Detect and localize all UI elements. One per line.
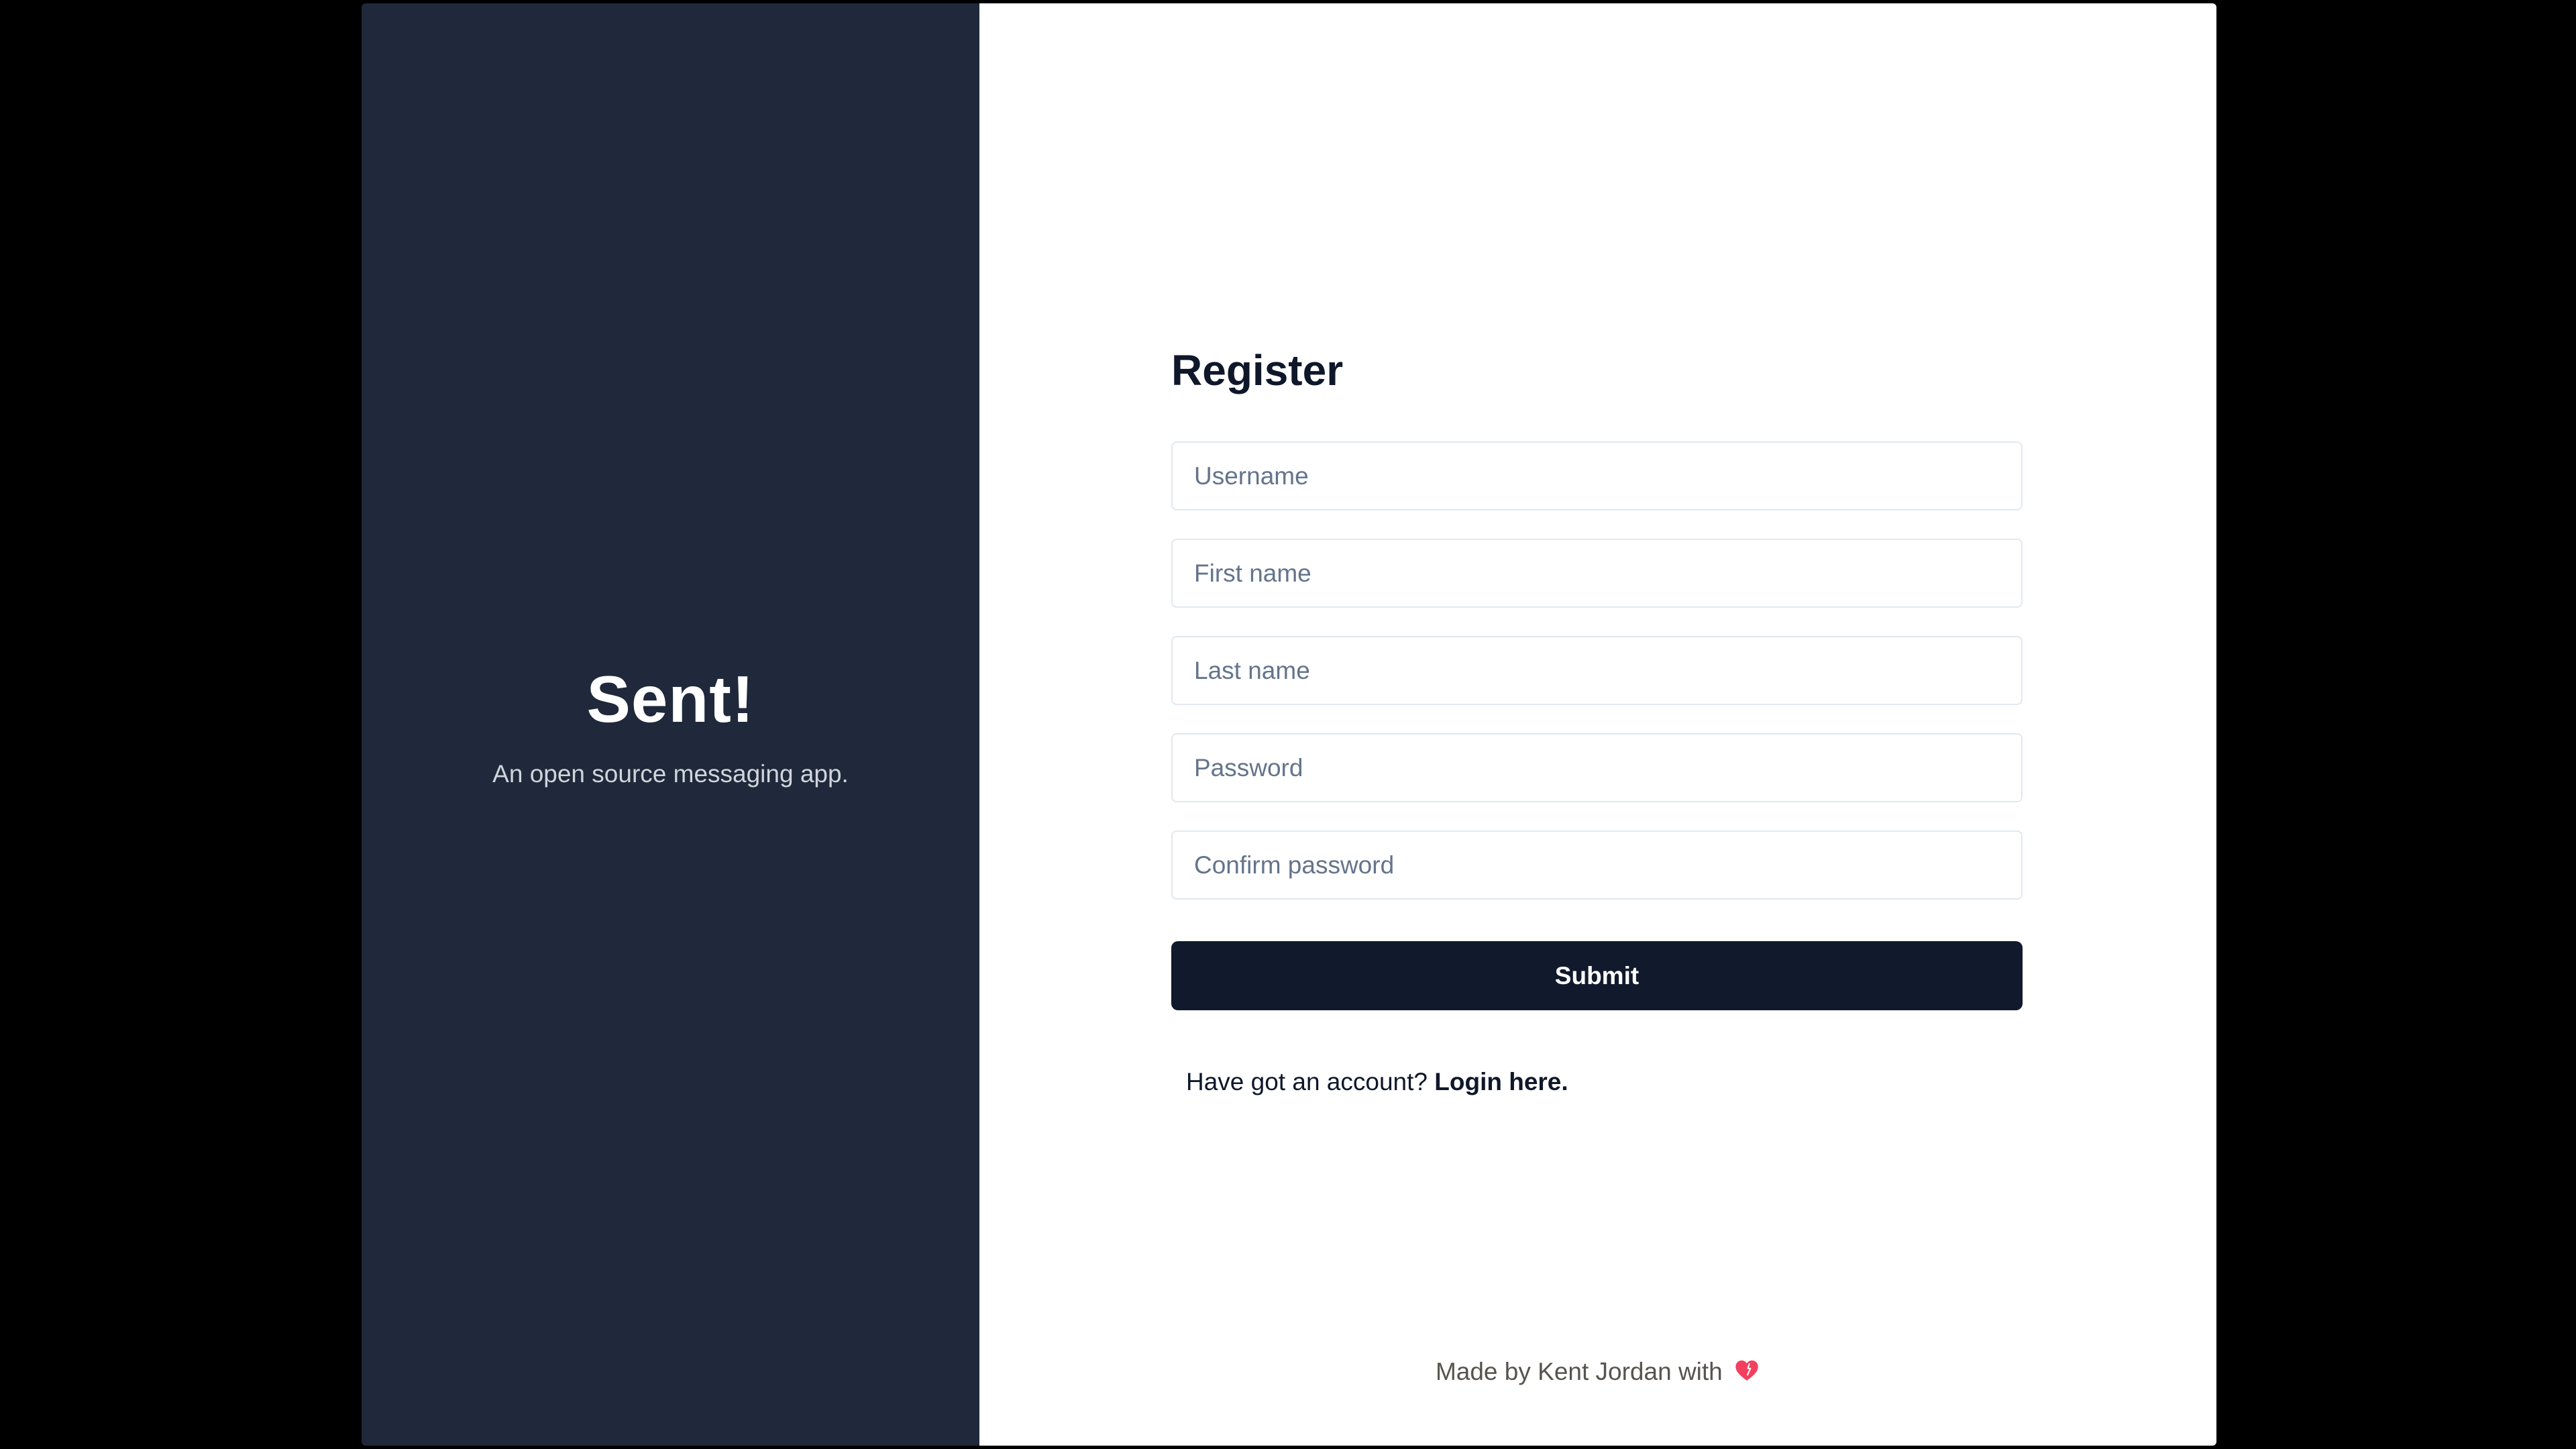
login-prompt-text: Have got an account? bbox=[1186, 1068, 1428, 1095]
login-prompt: Have got an account? Login here. bbox=[1186, 1068, 2023, 1096]
form-title: Register bbox=[1171, 346, 1344, 394]
password-field[interactable] bbox=[1171, 733, 2023, 802]
app-window: Sent! An open source messaging app. Regi… bbox=[362, 3, 2216, 1446]
footer-text: Made by Kent Jordan with bbox=[1435, 1358, 1723, 1385]
submit-button[interactable]: Submit bbox=[1171, 941, 2023, 1010]
username-field[interactable] bbox=[1171, 441, 2023, 511]
app-name: Sent! bbox=[586, 661, 755, 736]
register-form: Register Submit Have got an account? Log… bbox=[1171, 342, 2023, 1096]
app-tagline: An open source messaging app. bbox=[492, 759, 849, 788]
confirm-password-field[interactable] bbox=[1171, 830, 2023, 900]
footer: Made by Kent Jordan with bbox=[979, 1357, 2216, 1386]
last-name-field[interactable] bbox=[1171, 636, 2023, 705]
form-panel: Register Submit Have got an account? Log… bbox=[979, 3, 2216, 1446]
first-name-field[interactable] bbox=[1171, 539, 2023, 608]
heart-icon bbox=[1733, 1357, 1760, 1384]
brand-panel: Sent! An open source messaging app. bbox=[362, 3, 979, 1446]
login-link[interactable]: Login here. bbox=[1434, 1068, 1568, 1095]
